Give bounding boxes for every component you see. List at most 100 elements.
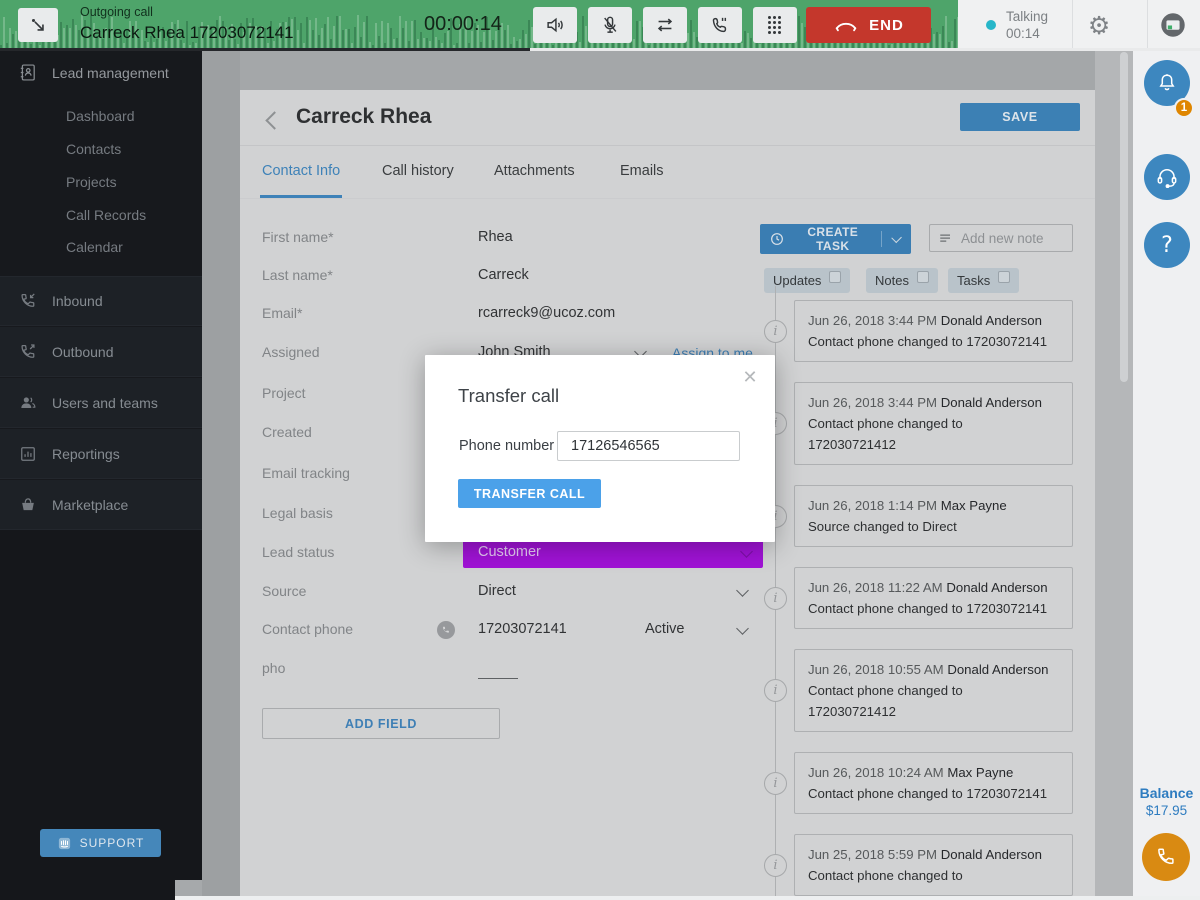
sidebar-item-users-and-teams[interactable]: Users and teams	[0, 378, 202, 428]
info-icon: i	[764, 679, 787, 702]
create-task-button[interactable]: CREATE TASK	[760, 224, 911, 254]
close-icon[interactable]: ✕	[739, 367, 761, 389]
sidebar-item-lead-management[interactable]: Lead management	[18, 62, 169, 83]
waveform-bar	[528, 20, 530, 48]
waveform-bar	[801, 22, 803, 48]
field-label-contact-phone: Contact phone	[262, 621, 354, 637]
collapse-call-bar-button[interactable]	[18, 8, 58, 42]
sidebar-item-calendar[interactable]: Calendar	[66, 239, 123, 255]
activity-head: Jun 26, 2018 10:24 AM Max Payne	[808, 762, 1059, 783]
filter-label: Updates	[773, 273, 822, 288]
phone-hold-icon	[709, 14, 731, 36]
sidebar-item-outbound[interactable]: Outbound	[0, 327, 202, 377]
bell-icon	[1155, 71, 1179, 95]
speaker-icon	[544, 14, 566, 36]
activity-message: Contact phone changed to 17203072141	[808, 334, 1048, 349]
activity-card: Jun 26, 2018 3:44 PM Donald Anderson Cont…	[794, 300, 1073, 362]
waveform-bar	[345, 28, 347, 48]
talking-status-time: 00:14	[1006, 26, 1040, 41]
call-bar: Outgoing call Carreck Rhea 17203072141 0…	[0, 0, 1200, 50]
field-label-pho: pho	[262, 660, 286, 676]
add-field-button[interactable]: ADD FIELD	[262, 708, 500, 739]
hold-call-button[interactable]	[698, 7, 742, 43]
tasks-checkbox[interactable]	[998, 270, 1011, 283]
chevron-down-icon[interactable]	[736, 622, 749, 635]
balance-value: $17.95	[1145, 803, 1188, 818]
waveform-bar	[747, 32, 749, 48]
scroll-nub[interactable]	[175, 880, 202, 896]
waveform-bar	[585, 26, 587, 48]
create-task-label: CREATE TASK	[807, 225, 859, 253]
waveform-bar	[504, 29, 506, 48]
sidebar-item-dashboard[interactable]: Dashboard	[66, 108, 135, 124]
mute-microphone-button[interactable]	[588, 7, 632, 43]
lead-status-select[interactable]: Customer	[463, 538, 763, 568]
horizontal-scrollbar[interactable]	[175, 896, 1200, 900]
add-note-field[interactable]	[929, 224, 1073, 252]
email-value[interactable]: rcarreck9@ucoz.com	[478, 305, 615, 321]
waveform-bar	[513, 36, 515, 48]
source-value[interactable]: Direct	[478, 583, 516, 599]
contact-phone-value[interactable]: 17203072141	[478, 621, 567, 637]
activity-entry: i Jun 26, 2018 1:14 PM Max Payne Source ch…	[764, 485, 1074, 547]
tab-call-history[interactable]: Call history	[382, 163, 454, 179]
sidebar-item-reportings[interactable]: Reportings	[0, 429, 202, 479]
vertical-scrollbar-thumb[interactable]	[1120, 52, 1128, 382]
add-note-input[interactable]	[961, 230, 1064, 246]
call-status-area: Talking 00:14 ⚙	[958, 0, 1200, 50]
sidebar-item-marketplace[interactable]: Marketplace	[0, 480, 202, 530]
filter-chip-notes[interactable]: Notes	[866, 268, 938, 293]
call-timer: 00:00:14	[424, 13, 502, 35]
note-lines-icon	[938, 231, 953, 246]
end-call-button[interactable]: END	[806, 7, 931, 43]
speaker-button[interactable]	[533, 7, 577, 43]
hang-up-icon	[833, 16, 859, 34]
filter-chip-updates[interactable]: Updates	[764, 268, 851, 293]
activity-entry: i Jun 26, 2018 11:22 AM Donald Anderson Co…	[764, 567, 1074, 629]
support-button[interactable]: SUPPORT	[40, 829, 161, 857]
waveform-bar	[933, 33, 935, 48]
activity-message: Source changed to Direct	[808, 519, 957, 534]
call-meta: Outgoing call Carreck Rhea 17203072141	[80, 4, 294, 44]
balance-widget: Balance $17.95	[1133, 784, 1200, 819]
activity-message: Contact phone changed to 17203072141	[808, 601, 1048, 616]
transfer-call-button[interactable]	[643, 7, 687, 43]
filter-chip-tasks[interactable]: Tasks	[948, 268, 1020, 293]
help-button[interactable]: ?	[1144, 222, 1190, 268]
waveform-bar	[423, 38, 425, 48]
notes-checkbox[interactable]	[916, 270, 929, 283]
first-name-value[interactable]: Rhea	[478, 229, 513, 245]
transfer-phone-input[interactable]	[557, 431, 740, 461]
activity-entry: i Jun 26, 2018 10:55 AM Donald Anderson Co…	[764, 649, 1074, 732]
chevron-down-icon	[740, 545, 753, 558]
waveform-bar	[75, 24, 77, 48]
chevron-down-icon[interactable]	[736, 584, 749, 597]
waveform-bar	[435, 36, 437, 48]
waveform-bar	[516, 40, 518, 48]
waveform-bar	[393, 39, 395, 48]
activity-entry: i Jun 26, 2018 3:44 PM Donald Anderson Con…	[764, 300, 1074, 362]
dialpad-button[interactable]	[753, 7, 797, 43]
save-button[interactable]: SAVE	[960, 103, 1080, 131]
tab-contact-info[interactable]: Contact Info	[262, 163, 340, 179]
settings-gear-icon[interactable]: ⚙	[1073, 11, 1125, 40]
tab-attachments[interactable]: Attachments	[494, 163, 575, 179]
last-name-value[interactable]: Carreck	[478, 267, 529, 283]
tab-emails[interactable]: Emails	[620, 163, 664, 179]
waveform-bar	[306, 17, 308, 48]
sidebar-item-call-records[interactable]: Call Records	[66, 207, 146, 223]
talking-status-dot	[986, 20, 996, 30]
sidebar-item-contacts[interactable]: Contacts	[66, 141, 121, 157]
support-chat-button[interactable]	[1144, 154, 1190, 200]
transfer-call-submit-button[interactable]: TRANSFER CALL	[458, 479, 601, 508]
back-button[interactable]	[265, 111, 284, 130]
contact-phone-status[interactable]: Active	[645, 621, 685, 637]
updates-checkbox[interactable]	[829, 270, 842, 283]
sidebar-item-projects[interactable]: Projects	[66, 174, 117, 190]
sidebar-item-inbound[interactable]: Inbound	[0, 276, 202, 326]
waveform-bar	[396, 38, 398, 48]
waveform-bar	[312, 30, 314, 48]
empty-value-dash[interactable]	[478, 678, 518, 679]
screen-widget-toggle[interactable]	[1158, 9, 1190, 41]
new-call-button[interactable]	[1142, 833, 1190, 881]
